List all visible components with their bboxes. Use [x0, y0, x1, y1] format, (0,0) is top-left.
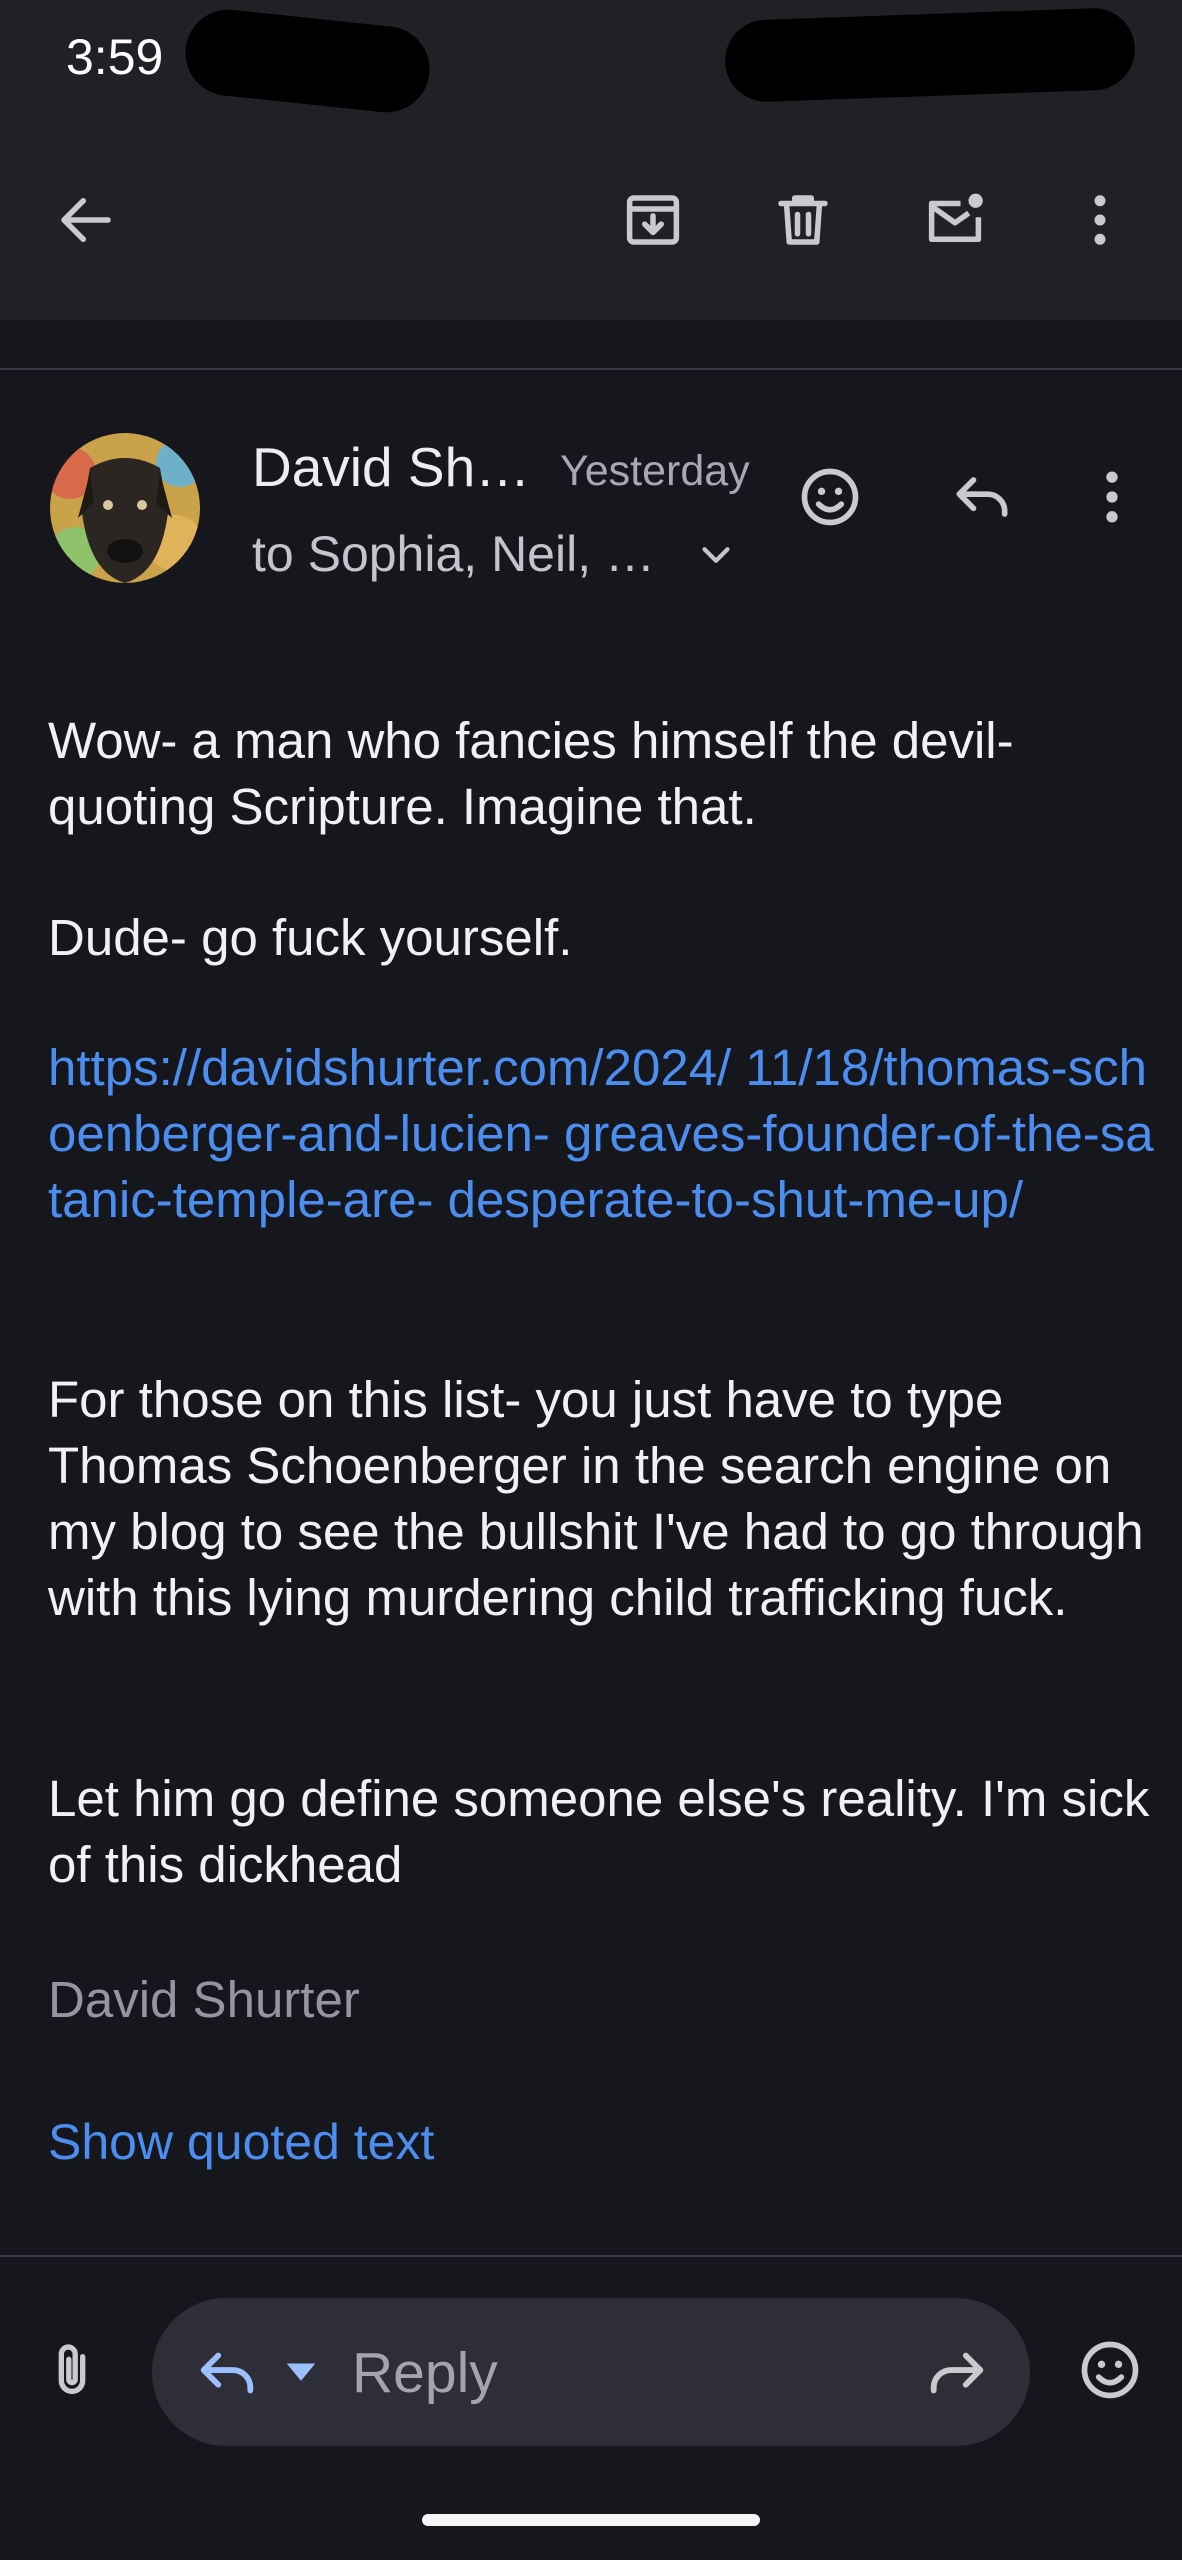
emoji-button[interactable]	[1060, 2320, 1160, 2420]
add-reaction-icon	[801, 468, 859, 526]
home-indicator[interactable]	[422, 2514, 760, 2526]
body-paragraph: Let him go define someone else's reality…	[48, 1770, 1150, 1893]
more-options-button[interactable]	[1050, 170, 1150, 270]
redaction-mark	[181, 5, 434, 117]
body-paragraph: For those on this list- you just have to…	[48, 1371, 1144, 1626]
blog-link[interactable]: https://davidshurter.com/2024/ 11/18/tho…	[48, 1035, 1158, 1233]
show-quoted-text-link[interactable]: Show quoted text	[48, 2113, 434, 2171]
more-vert-icon	[1106, 471, 1118, 523]
avatar[interactable]	[50, 433, 200, 583]
forward-icon[interactable]	[922, 2338, 992, 2408]
more-vert-icon	[1094, 195, 1106, 245]
reply-icon	[956, 477, 1008, 517]
reply-icon[interactable]	[192, 2338, 262, 2408]
divider	[0, 2255, 1182, 2257]
reply-compose-bar[interactable]: Reply	[152, 2298, 1030, 2446]
attach-icon	[58, 2344, 86, 2394]
expand-more-icon[interactable]	[693, 532, 739, 578]
sender-name[interactable]: David Sh…	[252, 435, 530, 499]
status-bar: 3:59	[0, 0, 1182, 120]
delete-icon	[778, 195, 828, 245]
back-arrow-icon	[61, 198, 111, 242]
message-date: Yesterday	[560, 447, 750, 495]
archive-icon	[626, 195, 680, 245]
top-toolbar	[0, 120, 1182, 320]
dropdown-caret-icon[interactable]	[282, 2356, 320, 2390]
redaction-mark	[723, 6, 1137, 104]
reply-placeholder[interactable]: Reply	[352, 2340, 498, 2406]
archive-button[interactable]	[603, 170, 703, 270]
mark-unread-button[interactable]	[905, 170, 1005, 270]
mark-unread-icon	[928, 193, 983, 242]
delete-button[interactable]	[753, 170, 853, 270]
emoji-icon	[1081, 2341, 1139, 2399]
message-more-button[interactable]	[1062, 447, 1162, 547]
body-paragraph: Wow- a man who fancies himself the devil…	[48, 712, 1014, 835]
body-paragraph: Dude- go fuck yourself.	[48, 909, 573, 966]
recipients-summary[interactable]: to Sophia, Neil, …	[252, 525, 655, 583]
back-button[interactable]	[36, 170, 136, 270]
attach-button[interactable]	[30, 2320, 114, 2420]
reply-button[interactable]	[932, 447, 1032, 547]
add-reaction-button[interactable]	[780, 447, 880, 547]
signature: David Shurter	[48, 1971, 360, 2028]
dog-avatar-image	[50, 433, 200, 583]
status-time: 3:59	[66, 29, 164, 85]
divider	[0, 368, 1182, 370]
